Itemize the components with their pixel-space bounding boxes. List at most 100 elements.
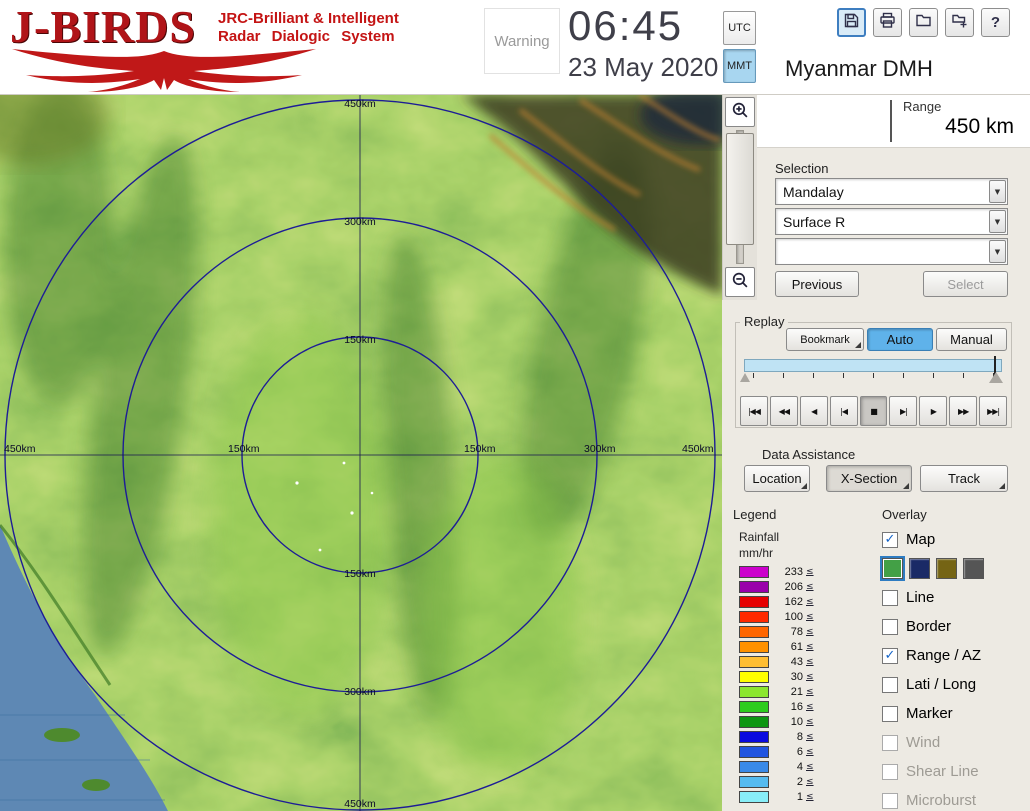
station-dropdown-value: Mandalay — [783, 183, 844, 200]
legend-value: 43 — [790, 655, 803, 668]
legend-color-swatch — [739, 745, 769, 758]
legend-value: 2 — [796, 775, 803, 788]
selection-label: Selection — [775, 161, 829, 176]
mmt-button[interactable]: MMT — [723, 49, 756, 83]
timeline-tick — [783, 373, 784, 378]
select-button[interactable]: Select — [923, 271, 1008, 297]
radar-map[interactable]: 450km 300km 150km 150km 300km 450km 450k… — [0, 65, 760, 811]
map-palette-swatch[interactable] — [963, 558, 984, 579]
previous-button[interactable]: Previous — [775, 271, 859, 297]
checkbox[interactable]: ✓ — [882, 531, 898, 548]
legend-value: 6 — [796, 745, 803, 758]
timeline-tick — [843, 373, 844, 378]
playback-button[interactable]: ■ — [859, 396, 888, 426]
open-folder-button[interactable] — [909, 8, 938, 37]
zoom-control-strip — [722, 95, 757, 300]
checkbox[interactable] — [882, 734, 898, 751]
legend-row: 206 ≤ — [739, 579, 814, 594]
checkbox[interactable] — [882, 676, 898, 693]
chevron-down-icon[interactable]: ▼ — [989, 180, 1006, 203]
zoom-out-icon — [731, 271, 749, 294]
auto-button[interactable]: Auto — [867, 328, 933, 351]
menu-fold-icon — [855, 342, 861, 348]
checkbox[interactable] — [882, 763, 898, 780]
map-palette-swatch[interactable] — [909, 558, 930, 579]
option-dropdown[interactable]: ▼ — [775, 238, 1008, 265]
distance-label: 150km — [344, 334, 376, 346]
help-icon: ? — [990, 14, 1001, 31]
distance-label: 450km — [344, 98, 376, 110]
legend-row: 43 ≤ — [739, 654, 814, 669]
track-button[interactable]: Track — [920, 465, 1008, 492]
legend-color-swatch — [739, 655, 769, 668]
legend-color-swatch — [739, 730, 769, 743]
checkbox[interactable] — [882, 705, 898, 722]
distance-label: 150km — [464, 443, 496, 455]
playback-button[interactable]: ▶▶ — [949, 396, 978, 426]
map-palette-swatch[interactable] — [882, 558, 903, 579]
playback-button[interactable]: |◀ — [829, 396, 858, 426]
overlay-item-label: Marker — [906, 705, 953, 722]
legend-color-swatch — [739, 700, 769, 713]
legend-row: 6 ≤ — [739, 744, 814, 759]
overlay-item-map: ✓ Map — [882, 525, 1030, 554]
legend-color-swatch — [739, 565, 769, 578]
checkbox[interactable]: ✓ — [882, 647, 898, 664]
toolbar: ? — [837, 8, 1010, 37]
station-title: Myanmar DMH — [785, 56, 933, 81]
menu-fold-icon — [801, 483, 807, 489]
manual-button[interactable]: Manual — [936, 328, 1007, 351]
playback-button[interactable]: ◀ — [799, 396, 828, 426]
map-palette — [882, 554, 1030, 583]
product-dropdown[interactable]: Surface R ▼ — [775, 208, 1008, 235]
legend-lte-symbol: ≤ — [806, 581, 814, 592]
chevron-down-icon[interactable]: ▼ — [989, 240, 1006, 263]
playback-button[interactable]: ▶▶| — [979, 396, 1008, 426]
overlay-item-label: Line — [906, 589, 935, 606]
legend-color-swatch — [739, 760, 769, 773]
checkbox[interactable] — [882, 618, 898, 635]
export-image-button[interactable] — [945, 8, 974, 37]
checkbox[interactable] — [882, 589, 898, 606]
logo-tagline-line1: JRC-Brilliant & Intelligent — [218, 10, 399, 27]
legend-lte-symbol: ≤ — [806, 776, 814, 787]
save-button[interactable] — [837, 8, 866, 37]
zoom-in-button[interactable] — [725, 97, 755, 127]
legend-row: 78 ≤ — [739, 624, 814, 639]
help-button[interactable]: ? — [981, 8, 1010, 37]
legend-color-swatch — [739, 715, 769, 728]
legend-value: 8 — [796, 730, 803, 743]
playback-button[interactable]: ◀◀ — [769, 396, 798, 426]
legend-color-swatch — [739, 580, 769, 593]
legend-value: 21 — [790, 685, 803, 698]
timeline-thumb-handle[interactable] — [989, 372, 1003, 383]
zoom-out-button[interactable] — [725, 267, 755, 297]
overlay-item-marker: Marker — [882, 699, 1030, 728]
range-divider — [890, 100, 892, 142]
playback-button[interactable]: |◀◀ — [740, 396, 768, 426]
range-label: Range — [903, 99, 942, 114]
print-button[interactable] — [873, 8, 902, 37]
overlay-label: Overlay — [882, 507, 927, 522]
legend-unit-line1: Rainfall — [739, 530, 780, 544]
overlay-item-label: Border — [906, 618, 952, 635]
replay-timeline-slider[interactable] — [740, 356, 1003, 383]
x-section-button[interactable]: X-Section — [826, 465, 912, 492]
playback-button[interactable]: ▶ — [919, 396, 948, 426]
legend-lte-symbol: ≤ — [806, 686, 814, 697]
legend-lte-symbol: ≤ — [806, 716, 814, 727]
distance-label: 450km — [344, 798, 376, 810]
product-dropdown-value: Surface R — [783, 213, 846, 230]
zoom-slider-thumb[interactable] — [726, 133, 754, 245]
location-button[interactable]: Location — [744, 465, 810, 492]
checkbox[interactable] — [882, 792, 898, 809]
map-palette-swatch[interactable] — [936, 558, 957, 579]
playback-button[interactable]: ▶| — [889, 396, 918, 426]
utc-button[interactable]: UTC — [723, 11, 756, 45]
station-dropdown[interactable]: Mandalay ▼ — [775, 178, 1008, 205]
distance-label: 300km — [584, 443, 616, 455]
legend-row: 10 ≤ — [739, 714, 814, 729]
replay-group: Replay Bookmark Auto Manual |◀◀ ◀◀ ◀ |◀ … — [735, 314, 1012, 428]
chevron-down-icon[interactable]: ▼ — [989, 210, 1006, 233]
bookmark-button[interactable]: Bookmark — [786, 328, 864, 351]
